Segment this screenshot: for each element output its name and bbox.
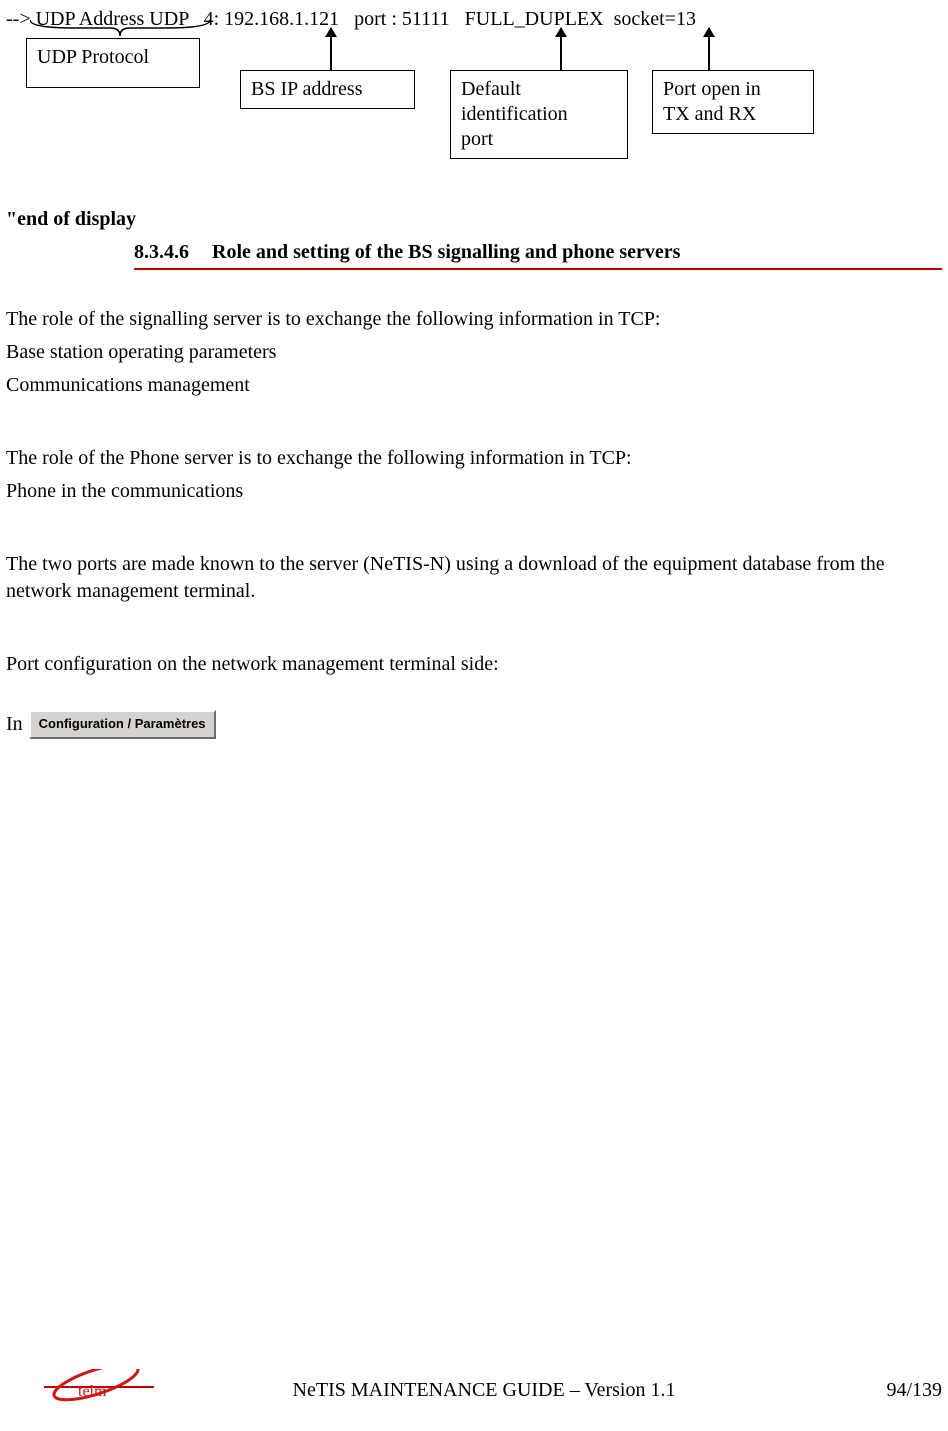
telm-logo: telm: [6, 1369, 156, 1403]
end-of-display: "end of display: [6, 206, 942, 233]
arrow-port-open: [708, 28, 710, 70]
para-phone-role: The role of the Phone server is to excha…: [6, 445, 942, 472]
footer-title: NeTIS MAINTENANCE GUIDE – Version 1.1: [176, 1377, 792, 1404]
curly-brace: [30, 20, 210, 36]
para-signalling-item2: Communications management: [6, 372, 942, 399]
footer-page: 94/139: [792, 1377, 942, 1404]
arrow-bs-ip: [330, 28, 332, 70]
para-signalling-role: The role of the signalling server is to …: [6, 306, 942, 333]
para-phone-item1: Phone in the communications: [6, 478, 942, 505]
in-label: In: [6, 711, 23, 738]
para-port-config: Port configuration on the network manage…: [6, 651, 942, 678]
configuration-parametres-button[interactable]: Configuration / Paramètres: [29, 710, 216, 739]
logo-text: telm: [78, 1383, 107, 1400]
box-udp-protocol: UDP Protocol: [26, 38, 200, 88]
heading-number: 8.3.4.6: [134, 239, 189, 266]
heading-title: Role and setting of the BS signalling an…: [212, 241, 680, 263]
box-default-id-port: Defaultidentificationport: [450, 70, 628, 159]
page-footer: telm NeTIS MAINTENANCE GUIDE – Version 1…: [6, 1369, 942, 1411]
para-ports-known: The two ports are made known to the serv…: [6, 551, 942, 605]
section-heading: 8.3.4.6 Role and setting of the BS signa…: [134, 239, 942, 270]
box-bs-ip-address: BS IP address: [240, 70, 415, 109]
arrow-default-id: [560, 28, 562, 70]
box-port-open-txrx: Port open inTX and RX: [652, 70, 814, 134]
para-signalling-item1: Base station operating parameters: [6, 339, 942, 366]
